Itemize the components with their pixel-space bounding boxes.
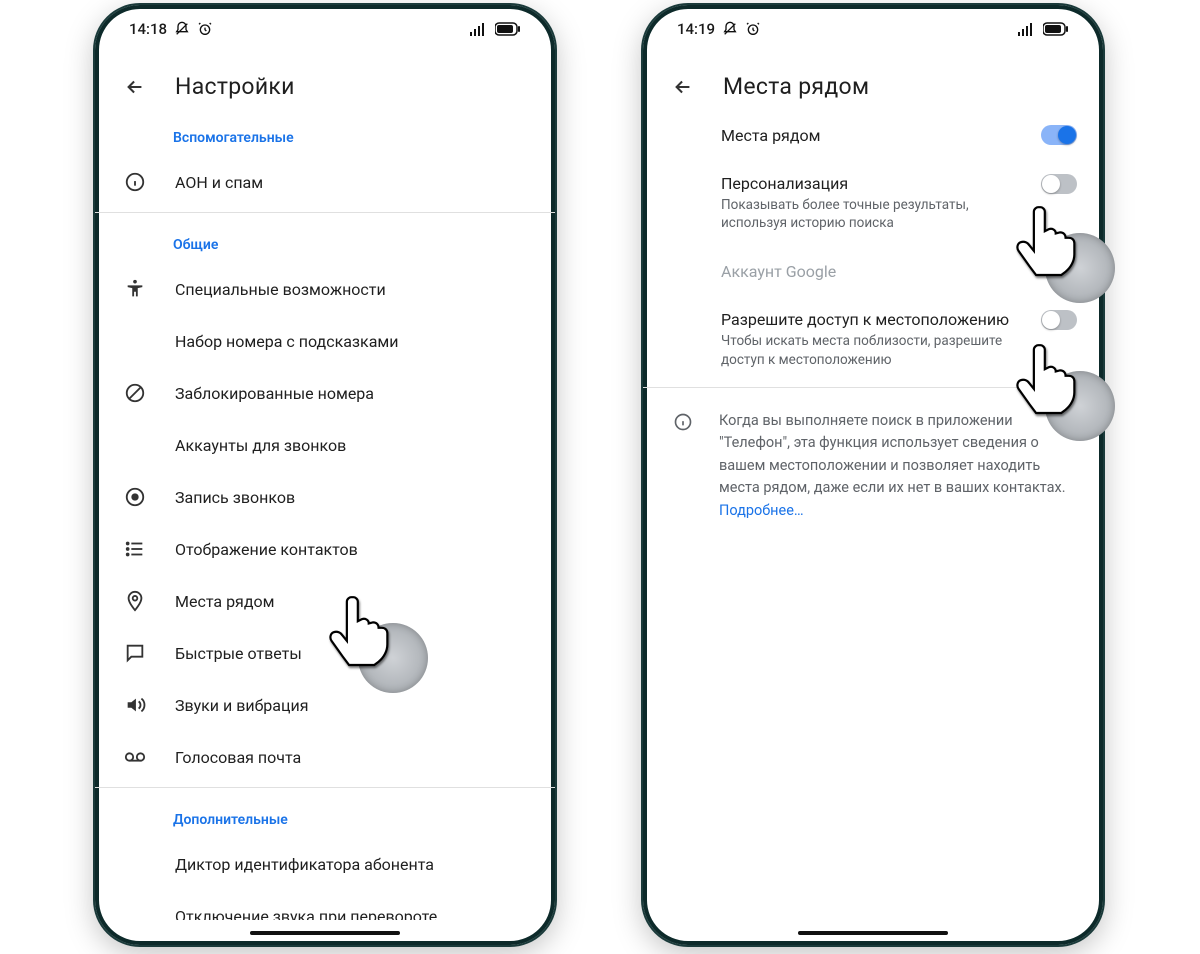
- header: Места рядом: [643, 53, 1103, 110]
- info-text-container: Когда вы выполняете поиск в приложении "…: [719, 410, 1077, 522]
- empty-icon: [123, 433, 147, 457]
- page-title: Настройки: [175, 73, 295, 100]
- status-time: 14:19: [677, 20, 715, 38]
- row-call-recording[interactable]: Запись звонков: [95, 471, 555, 523]
- home-indicator[interactable]: [250, 931, 400, 935]
- row-label: Голосовая почта: [175, 748, 529, 767]
- battery-icon: [495, 22, 521, 36]
- nearby-toggle[interactable]: [1041, 125, 1077, 145]
- row-blocked-numbers[interactable]: Заблокированные номера: [95, 367, 555, 419]
- row-label: Диктор идентификатора абонента: [175, 855, 529, 874]
- row-voicemail[interactable]: Голосовая почта: [95, 731, 555, 783]
- location-icon: [123, 589, 147, 613]
- dnd-icon: [174, 21, 190, 37]
- nearby-scroll[interactable]: Места рядом Персонализация Показывать бо…: [643, 110, 1103, 920]
- divider: [643, 387, 1103, 388]
- row-personalization[interactable]: Персонализация Показывать более точные р…: [643, 160, 1103, 246]
- empty-icon: [123, 904, 147, 920]
- row-label: Отображение контактов: [175, 540, 529, 559]
- divider: [95, 787, 555, 788]
- row-label: Звуки и вибрация: [175, 696, 529, 715]
- row-label: Набор номера с подсказками: [175, 332, 529, 351]
- row-label: Аккаунт Google: [721, 262, 1077, 281]
- row-display-contacts[interactable]: Отображение контактов: [95, 523, 555, 575]
- row-label: Запись звонков: [175, 488, 529, 507]
- settings-scroll[interactable]: Вспомогательные АОН и спам Общие Специал…: [95, 110, 555, 920]
- row-nearby-places[interactable]: Места рядом: [95, 575, 555, 627]
- empty-icon: [123, 852, 147, 876]
- status-bar: 14:19: [643, 5, 1103, 53]
- row-label: АОН и спам: [175, 173, 529, 192]
- home-indicator[interactable]: [798, 931, 948, 935]
- empty-icon: [123, 329, 147, 353]
- row-google-account: Аккаунт Google: [643, 246, 1103, 296]
- battery-icon: [1043, 22, 1069, 36]
- section-label-advanced: Дополнительные: [95, 792, 555, 838]
- row-label: Специальные возможности: [175, 280, 529, 299]
- block-icon: [123, 381, 147, 405]
- row-label: Места рядом: [175, 592, 529, 611]
- row-label: Персонализация: [721, 174, 1013, 193]
- row-label: Отключение звука при перевороте: [175, 907, 529, 921]
- phone-frame-right: 14:19 Места рядом Места рядом: [643, 5, 1103, 945]
- row-subtitle: Показывать более точные результаты, испо…: [721, 196, 1013, 232]
- message-icon: [123, 641, 147, 665]
- section-label-assistive: Вспомогательные: [95, 110, 555, 156]
- volume-icon: [123, 693, 147, 717]
- info-block: Когда вы выполняете поиск в приложении "…: [643, 392, 1103, 536]
- status-time: 14:18: [129, 20, 167, 38]
- info-icon: [123, 170, 147, 194]
- row-label: Быстрые ответы: [175, 644, 529, 663]
- list-icon: [123, 537, 147, 561]
- info-outline-icon: [671, 410, 695, 434]
- divider: [95, 212, 555, 213]
- row-accessibility[interactable]: Специальные возможности: [95, 263, 555, 315]
- status-bar: 14:18: [95, 5, 555, 53]
- alarm-icon: [197, 21, 213, 37]
- row-label: Места рядом: [721, 126, 1013, 145]
- row-label: Разрешите доступ к местоположению: [721, 310, 1013, 329]
- location-access-toggle[interactable]: [1041, 310, 1077, 330]
- section-label-general: Общие: [95, 217, 555, 263]
- phone-frame-left: 14:18 Настройки Вспомогательные: [95, 5, 555, 945]
- row-label: Аккаунты для звонков: [175, 436, 529, 455]
- back-button[interactable]: [123, 75, 147, 99]
- row-label: Заблокированные номера: [175, 384, 529, 403]
- row-subtitle: Чтобы искать места поблизости, разрешите…: [721, 332, 1013, 368]
- alarm-icon: [745, 21, 761, 37]
- row-assisted-dialing[interactable]: Набор номера с подсказками: [95, 315, 555, 367]
- voicemail-icon: [123, 745, 147, 769]
- row-quick-responses[interactable]: Быстрые ответы: [95, 627, 555, 679]
- personalization-toggle[interactable]: [1041, 174, 1077, 194]
- signal-icon: [1018, 22, 1036, 36]
- row-location-access[interactable]: Разрешите доступ к местоположению Чтобы …: [643, 296, 1103, 382]
- accessibility-icon: [123, 277, 147, 301]
- dnd-icon: [722, 21, 738, 37]
- learn-more-link[interactable]: Подробнее…: [719, 502, 804, 519]
- signal-icon: [470, 22, 488, 36]
- row-announce-caller[interactable]: Диктор идентификатора абонента: [95, 838, 555, 890]
- row-calling-accounts[interactable]: Аккаунты для звонков: [95, 419, 555, 471]
- row-nearby-toggle[interactable]: Места рядом: [643, 110, 1103, 160]
- row-sounds-vibration[interactable]: Звуки и вибрация: [95, 679, 555, 731]
- info-text: Когда вы выполняете поиск в приложении "…: [719, 412, 1066, 496]
- header: Настройки: [95, 53, 555, 110]
- record-icon: [123, 485, 147, 509]
- row-caller-id-spam[interactable]: АОН и спам: [95, 156, 555, 208]
- row-flip-to-silence[interactable]: Отключение звука при перевороте: [95, 890, 555, 920]
- back-button[interactable]: [671, 75, 695, 99]
- page-title: Места рядом: [723, 73, 869, 100]
